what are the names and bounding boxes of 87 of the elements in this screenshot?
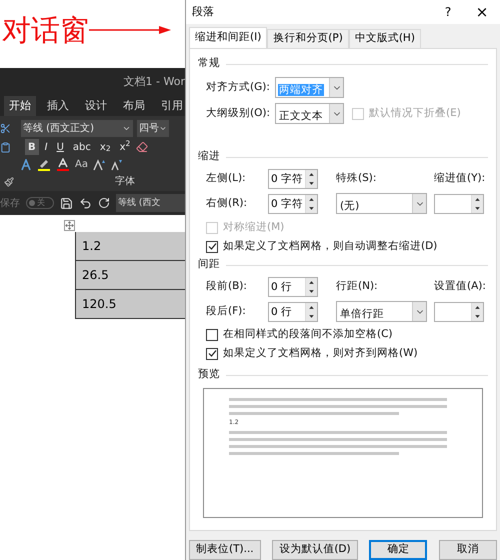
- table-move-handle-icon[interactable]: [64, 220, 75, 231]
- field-label: 对齐方式(G):: [206, 80, 271, 95]
- checkbox[interactable]: [206, 348, 218, 360]
- spin-up-icon[interactable]: [472, 302, 483, 312]
- spin-field[interactable]: 0 字符: [268, 194, 318, 214]
- spin-field[interactable]: 0 行: [268, 277, 318, 297]
- spin-down-icon[interactable]: [306, 179, 317, 188]
- dropdown[interactable]: 正文文本: [275, 103, 344, 124]
- checkbox-label: 默认情况下折叠(E): [369, 106, 461, 121]
- dialog-button[interactable]: 制表位(T)...: [189, 540, 261, 560]
- dialog-title: 段落: [192, 4, 215, 20]
- table-cell: 26.5: [75, 261, 185, 290]
- field-label: 缩进值(Y):: [434, 171, 486, 186]
- section-heading: 缩进: [198, 149, 220, 164]
- spin-field[interactable]: [434, 302, 484, 322]
- shrink-font-icon[interactable]: [110, 158, 122, 170]
- group-label: 字体: [115, 174, 135, 189]
- font-size-combo[interactable]: 四号: [137, 120, 169, 137]
- field-label: 段前(B):: [206, 279, 248, 294]
- table-cell: 1.2: [75, 232, 185, 261]
- window-title: 文档1 - Wor: [124, 74, 185, 90]
- section-heading: 预览: [198, 367, 220, 382]
- checkbox-label: 在相同样式的段落间不添加空格(C): [223, 326, 393, 342]
- format-button[interactable]: I: [42, 139, 51, 155]
- redo-icon[interactable]: [98, 197, 110, 209]
- dialog-button[interactable]: 确定: [369, 540, 428, 560]
- format-painter-icon[interactable]: [4, 176, 14, 186]
- checkbox-label: 对称缩进(M): [223, 220, 284, 235]
- field-label: 大纲级别(O):: [206, 106, 271, 121]
- spin-up-icon[interactable]: [472, 194, 483, 204]
- field-label: 行距(N):: [336, 279, 379, 294]
- ribbon-tab[interactable]: 开始: [4, 96, 36, 116]
- field-label: 左侧(L):: [206, 171, 247, 186]
- field-label: 特殊(S):: [336, 171, 378, 186]
- font-color-icon[interactable]: [56, 158, 70, 171]
- check-icon: [208, 242, 216, 251]
- dropdown[interactable]: (无): [336, 193, 427, 214]
- annotation-label: 对话窗: [2, 14, 89, 46]
- checkbox[interactable]: [206, 240, 218, 252]
- quick-font-field[interactable]: 等线 (西文: [116, 194, 185, 212]
- format-button[interactable]: U: [54, 139, 67, 155]
- field-label: 设置值(A):: [434, 279, 486, 294]
- checkbox[interactable]: [206, 328, 218, 340]
- grow-font-icon[interactable]: [92, 158, 105, 170]
- undo-icon[interactable]: [79, 196, 92, 210]
- check-icon: [208, 349, 216, 358]
- checkbox-label: 如果定义了文档网格，则自动调整右缩进(D): [223, 238, 438, 254]
- checkbox-label: 如果定义了文档网格，则对齐到网格(W): [223, 346, 418, 361]
- ribbon-tab[interactable]: 插入: [42, 96, 74, 116]
- caret-icon: [122, 124, 131, 133]
- spin-up-icon[interactable]: [306, 170, 317, 179]
- format-button[interactable]: x$_{2}$: [96, 139, 114, 155]
- dialog-button[interactable]: 设为默认值(D): [272, 540, 358, 560]
- save-icon[interactable]: [60, 196, 73, 210]
- spin-up-icon[interactable]: [306, 194, 317, 204]
- scissors-icon[interactable]: [0, 123, 11, 134]
- table-cell: 120.5: [75, 290, 185, 319]
- spin-field[interactable]: [434, 194, 484, 214]
- help-button[interactable]: ?: [436, 3, 460, 21]
- spin-up-icon[interactable]: [306, 302, 317, 312]
- format-button[interactable]: abc: [70, 139, 94, 155]
- dropdown[interactable]: 单倍行距: [336, 301, 427, 322]
- close-button[interactable]: ×: [470, 0, 494, 24]
- text-effect-icon[interactable]: [20, 158, 32, 170]
- format-button[interactable]: x$^{2}$: [116, 139, 134, 155]
- dialog-button[interactable]: 取消: [438, 540, 497, 560]
- clipboard-icon[interactable]: [0, 142, 11, 152]
- dialog-tab[interactable]: 缩进和间距(I): [189, 27, 268, 48]
- ribbon-tab[interactable]: 设计: [80, 96, 112, 116]
- spin-down-icon[interactable]: [306, 287, 317, 296]
- spin-up-icon[interactable]: [306, 278, 317, 287]
- section-heading: 间距: [198, 257, 220, 272]
- spin-field[interactable]: 0 字符: [268, 169, 318, 189]
- field-label: 右侧(R):: [206, 196, 248, 211]
- field-label: 段后(F):: [206, 304, 247, 319]
- format-button[interactable]: B: [25, 139, 39, 155]
- font-name-combo[interactable]: 等线 (西文正文): [21, 120, 133, 137]
- change-case-button[interactable]: Aa: [75, 157, 88, 172]
- ribbon-tab[interactable]: 引用: [156, 96, 188, 116]
- eraser-icon[interactable]: [136, 141, 148, 153]
- highlighter-icon[interactable]: [37, 158, 51, 171]
- autosave-label: 保存: [0, 196, 20, 210]
- section-heading: 常规: [198, 56, 220, 72]
- spin-field[interactable]: 0 行: [268, 302, 318, 322]
- ribbon-tab[interactable]: 布局: [118, 96, 150, 116]
- dialog-tab[interactable]: 换行和分页(P): [267, 29, 349, 48]
- dialog-tab[interactable]: 中文版式(H): [348, 29, 421, 48]
